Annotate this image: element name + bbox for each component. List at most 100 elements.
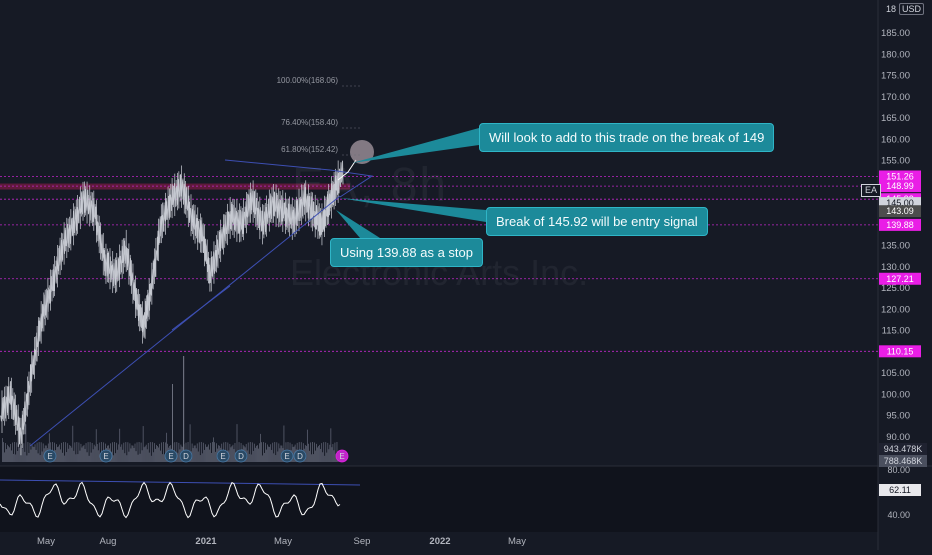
volume-bar	[12, 442, 13, 462]
volume-bar	[178, 442, 180, 462]
volume-bar	[4, 452, 5, 462]
volume-bar	[199, 455, 201, 462]
volume-bar	[132, 445, 134, 462]
volume-bar	[125, 442, 127, 462]
volume-bar	[83, 444, 85, 462]
volume-bar	[255, 445, 257, 462]
y-tick: 120.00	[881, 304, 910, 315]
volume-bar	[206, 446, 207, 462]
volume-bar	[203, 449, 205, 462]
volume-bar	[208, 444, 209, 462]
annotation-entry-signal[interactable]: Break of 145.92 will be entry signal	[486, 207, 708, 236]
volume-bar	[248, 453, 250, 462]
volume-bar	[118, 444, 120, 462]
volume-bar	[89, 442, 91, 462]
volume-bar	[334, 442, 336, 462]
volume-bar	[64, 455, 66, 462]
volume-bar	[333, 450, 335, 462]
watermark-symbol: EA, 8h	[292, 159, 449, 212]
volume-spike	[183, 356, 185, 462]
volume-bar	[17, 450, 19, 462]
volume-bar	[193, 445, 195, 462]
chart-stage: 100.00%(168.06) 76.40%(158.40) 61.80%(152.…	[0, 0, 932, 550]
volume-bar	[213, 437, 214, 462]
volume-bar	[25, 424, 27, 462]
volume-bar	[77, 454, 79, 462]
volume-bar	[277, 451, 279, 462]
volume-bar	[192, 448, 194, 462]
volume-bar	[58, 446, 59, 462]
volume-bar	[68, 448, 70, 462]
volume-bar	[56, 444, 57, 462]
volume-bar	[252, 450, 254, 462]
y-tick: 115.00	[882, 326, 910, 337]
volume-bar	[150, 455, 152, 462]
volume-bar	[3, 442, 4, 462]
volume-bar	[279, 448, 281, 462]
volume-bar	[41, 451, 43, 462]
volume-bar	[269, 446, 271, 462]
volume-bar	[117, 449, 119, 462]
volume-bar	[91, 442, 93, 462]
rsi-pane	[0, 466, 878, 532]
volume-bar	[196, 443, 198, 462]
volume-bar	[162, 454, 163, 462]
volume-bar	[276, 442, 278, 462]
volume-bar	[270, 444, 272, 462]
volume-bar	[313, 454, 314, 462]
annotation-stop[interactable]: Using 139.88 as a stop	[330, 238, 483, 267]
volume-bar	[70, 445, 72, 462]
volume-bar	[264, 452, 265, 462]
earnings-marker-label-2: E	[168, 452, 173, 461]
volume-bar	[19, 447, 21, 462]
annotation-add-trade[interactable]: Will look to add to this trade on the br…	[479, 123, 775, 152]
currency-selector[interactable]: 18 USD	[886, 3, 925, 15]
volume-bar	[233, 449, 235, 462]
volume-bar	[61, 442, 62, 462]
currency-label: USD	[899, 3, 925, 15]
volume-bar	[306, 429, 308, 462]
volume-bar	[144, 446, 146, 462]
volume-bar	[258, 448, 259, 462]
fib-label-0: 100.00%(168.06)	[277, 76, 339, 85]
volume-bar	[74, 442, 76, 462]
volume-bar	[94, 446, 96, 462]
volume-bar	[230, 447, 232, 462]
volume-bar	[27, 442, 29, 462]
volume-bar	[136, 442, 138, 462]
volume-bar	[332, 444, 334, 462]
volume-bar	[267, 444, 268, 462]
volume-bar	[197, 451, 199, 462]
volume-bar	[32, 446, 34, 462]
volume-bar	[6, 449, 7, 462]
volume-bar	[146, 449, 148, 462]
volume-bar	[5, 443, 6, 462]
volume-bar	[330, 428, 332, 462]
x-tick-2: 2021	[195, 536, 217, 547]
volume-bar	[265, 442, 266, 462]
volume-bar	[129, 443, 131, 462]
volume-bar	[137, 454, 139, 462]
volume-bar	[149, 442, 151, 462]
earnings-marker-label-4: E	[220, 452, 225, 461]
volume-bar	[331, 447, 333, 462]
volume-bar	[114, 442, 115, 462]
volume-bar	[75, 454, 77, 462]
volume-bar	[87, 442, 89, 462]
price-tag-7: 110.15	[887, 346, 914, 356]
volume-bar	[323, 442, 325, 462]
volume-bar	[11, 450, 12, 462]
symbol-tag: EA	[861, 184, 882, 197]
volume-bar	[26, 455, 28, 462]
volume-bar	[23, 443, 25, 462]
volume-bar	[211, 452, 212, 462]
volume-bar	[24, 451, 26, 462]
volume-bar	[268, 446, 270, 462]
volume-bar	[139, 453, 141, 462]
volume-bar	[153, 443, 155, 462]
rsi-value: 62.11	[889, 485, 911, 495]
volume-bar	[215, 451, 216, 462]
volume-bar	[90, 452, 92, 462]
volume-bar	[134, 443, 136, 462]
volume-bar	[123, 442, 125, 462]
